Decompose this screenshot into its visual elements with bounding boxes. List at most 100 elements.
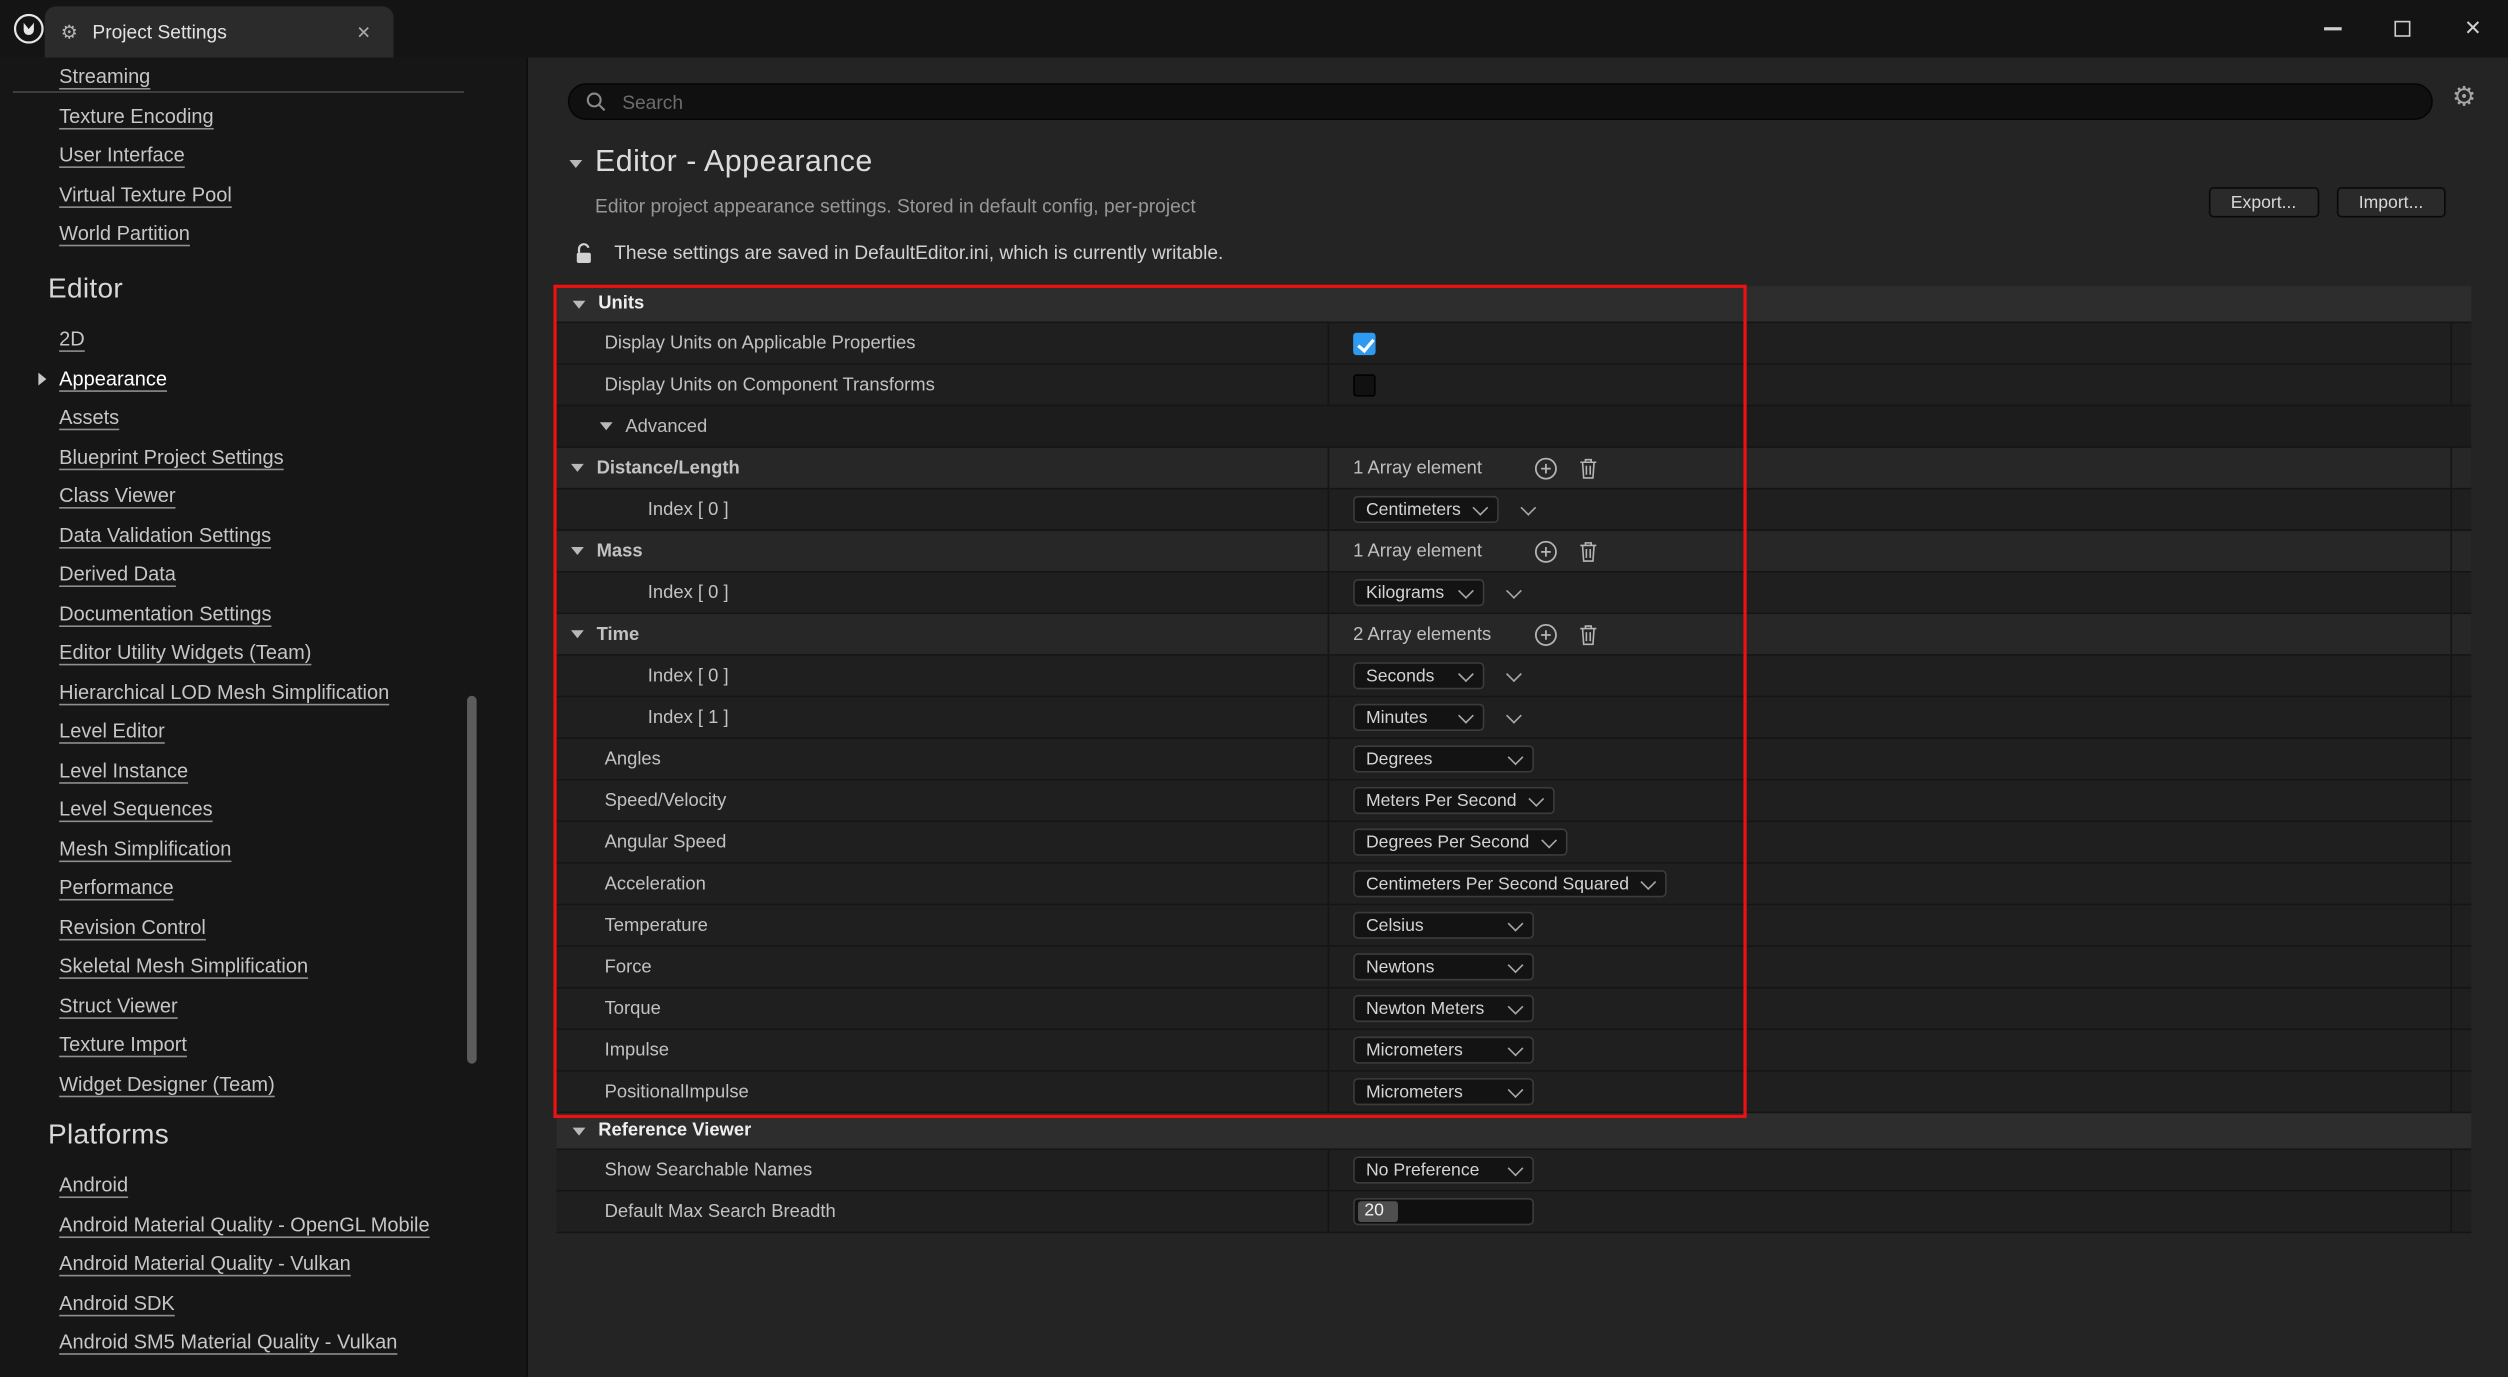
sidebar-item-virtual-texture-pool[interactable]: Virtual Texture Pool xyxy=(0,175,526,214)
row-angular-speed: Angular Speed Degrees Per Second xyxy=(557,822,2472,864)
collapse-arrow-icon xyxy=(573,1127,586,1135)
sidebar-item-streaming[interactable]: Streaming xyxy=(0,58,526,97)
sidebar-item-appearance[interactable]: Appearance xyxy=(0,359,526,398)
array-label: Distance/Length xyxy=(597,458,740,477)
collapse-arrow-icon xyxy=(571,464,584,472)
chevron-down-icon xyxy=(1458,708,1474,724)
section-header-reference-viewer[interactable]: Reference Viewer xyxy=(557,1113,2472,1150)
sidebar-item-blueprint-project-settings[interactable]: Blueprint Project Settings xyxy=(0,437,526,476)
row-distance-length[interactable]: Distance/Length 1 Array element xyxy=(557,448,2472,490)
search-bar[interactable] xyxy=(568,83,2433,120)
sidebar-item-assets[interactable]: Assets xyxy=(0,398,526,437)
sidebar-heading-editor: Editor xyxy=(48,272,123,306)
positional-impulse-dropdown[interactable]: Micrometers xyxy=(1353,1078,1534,1105)
sidebar-item-derived-data[interactable]: Derived Data xyxy=(0,555,526,594)
setting-label: Show Searchable Names xyxy=(605,1160,813,1179)
sidebar-item-performance[interactable]: Performance xyxy=(0,869,526,908)
add-mass-element-button[interactable] xyxy=(1534,539,1558,563)
row-mass[interactable]: Mass 1 Array element xyxy=(557,531,2472,573)
collapse-arrow-icon xyxy=(571,630,584,638)
sidebar-item-android-sdk[interactable]: Android SDK xyxy=(0,1284,526,1323)
row-advanced-expander[interactable]: Advanced xyxy=(557,406,2472,448)
row-display-units-transforms: Display Units on Component Transforms xyxy=(557,365,2472,407)
delete-mass-elements-button[interactable] xyxy=(1579,540,1598,562)
minimize-button[interactable] xyxy=(2297,0,2367,58)
element-options-dropdown[interactable] xyxy=(1508,713,1519,721)
sidebar-item-skeletal-mesh-simplification[interactable]: Skeletal Mesh Simplification xyxy=(0,947,526,986)
element-options-dropdown[interactable] xyxy=(1523,505,1534,513)
temperature-dropdown[interactable]: Celsius xyxy=(1353,912,1534,939)
sidebar-group-editor: 2D Appearance Assets Blueprint Project S… xyxy=(0,320,526,1104)
row-angles: Angles Degrees xyxy=(557,739,2472,781)
export-button[interactable]: Export... xyxy=(2208,187,2318,217)
sidebar-scrollbar[interactable] xyxy=(467,696,477,1064)
checkbox-display-units-transforms[interactable] xyxy=(1353,373,1375,395)
show-searchable-names-dropdown[interactable]: No Preference xyxy=(1353,1156,1534,1183)
element-options-dropdown[interactable] xyxy=(1508,672,1519,680)
unreal-engine-logo-icon xyxy=(13,13,45,45)
row-distance-length-index-0: Index [ 0 ] Centimeters xyxy=(557,489,2472,531)
row-positional-impulse: PositionalImpulse Micrometers xyxy=(557,1072,2472,1114)
sidebar-item-world-partition[interactable]: World Partition xyxy=(0,214,526,253)
sidebar-item-level-sequences[interactable]: Level Sequences xyxy=(0,790,526,829)
checkbox-display-units-applicable[interactable] xyxy=(1353,332,1375,354)
sidebar-item-struct-viewer[interactable]: Struct Viewer xyxy=(0,986,526,1025)
sidebar-item-texture-encoding[interactable]: Texture Encoding xyxy=(0,97,526,136)
sidebar-item-user-interface[interactable]: User Interface xyxy=(0,136,526,175)
add-distance-length-element-button[interactable] xyxy=(1534,456,1558,480)
sidebar-item-texture-import[interactable]: Texture Import xyxy=(0,1025,526,1064)
sidebar-item-revision-control[interactable]: Revision Control xyxy=(0,908,526,947)
element-options-dropdown[interactable] xyxy=(1508,589,1519,597)
maximize-button[interactable] xyxy=(2367,0,2437,58)
sidebar-item-2d[interactable]: 2D xyxy=(0,320,526,359)
acceleration-dropdown[interactable]: Centimeters Per Second Squared xyxy=(1353,870,1667,897)
angular-speed-dropdown[interactable]: Degrees Per Second xyxy=(1353,829,1568,856)
window-controls: ✕ xyxy=(2297,0,2508,58)
add-time-element-button[interactable] xyxy=(1534,622,1558,646)
mass-unit-dropdown[interactable]: Kilograms xyxy=(1353,579,1484,606)
sidebar-heading-platforms: Platforms xyxy=(48,1118,169,1152)
tab-close-icon[interactable]: ✕ xyxy=(350,18,378,45)
impulse-dropdown[interactable]: Micrometers xyxy=(1353,1036,1534,1063)
sidebar-item-class-viewer[interactable]: Class Viewer xyxy=(0,477,526,516)
tab-project-settings[interactable]: ⚙ Project Settings ✕ xyxy=(45,6,394,57)
sidebar-item-android[interactable]: Android xyxy=(0,1166,526,1205)
sidebar-item-documentation-settings[interactable]: Documentation Settings xyxy=(0,594,526,633)
speed-velocity-dropdown[interactable]: Meters Per Second xyxy=(1353,787,1555,814)
collapse-arrow-icon[interactable] xyxy=(569,159,582,167)
sidebar-item-android-material-quality-vulkan[interactable]: Android Material Quality - Vulkan xyxy=(0,1244,526,1283)
import-button[interactable]: Import... xyxy=(2336,187,2445,217)
search-input[interactable] xyxy=(619,89,2415,115)
sidebar-item-android-material-quality-opengl[interactable]: Android Material Quality - OpenGL Mobile xyxy=(0,1205,526,1244)
sidebar-item-android-sm5-material-quality[interactable]: Android SM5 Material Quality - Vulkan xyxy=(0,1323,526,1362)
sidebar-item-level-instance[interactable]: Level Instance xyxy=(0,751,526,790)
time-unit-dropdown-1[interactable]: Minutes xyxy=(1353,704,1484,731)
dropdown-value: Minutes xyxy=(1366,708,1428,727)
torque-dropdown[interactable]: Newton Meters xyxy=(1353,995,1534,1022)
dropdown-value: Seconds xyxy=(1366,666,1434,685)
chevron-down-icon xyxy=(1473,500,1489,516)
sidebar-item-editor-utility-widgets[interactable]: Editor Utility Widgets (Team) xyxy=(0,633,526,672)
delete-time-elements-button[interactable] xyxy=(1579,623,1598,645)
setting-label: Angular Speed xyxy=(605,833,727,852)
sidebar-item-widget-designer[interactable]: Widget Designer (Team) xyxy=(0,1064,526,1103)
close-button[interactable]: ✕ xyxy=(2438,0,2508,58)
section-label: Reference Viewer xyxy=(598,1121,751,1140)
chevron-down-icon xyxy=(1508,957,1524,973)
sidebar-item-level-editor[interactable]: Level Editor xyxy=(0,712,526,751)
angles-dropdown[interactable]: Degrees xyxy=(1353,745,1534,772)
numeric-value: 20 xyxy=(1358,1201,1398,1222)
delete-distance-length-elements-button[interactable] xyxy=(1579,457,1598,479)
sidebar-group-engine: Streaming Texture Encoding User Interfac… xyxy=(0,58,526,254)
force-dropdown[interactable]: Newtons xyxy=(1353,953,1534,980)
row-time[interactable]: Time 2 Array elements xyxy=(557,614,2472,656)
section-header-units[interactable]: Units xyxy=(557,286,2472,323)
sidebar-item-data-validation-settings[interactable]: Data Validation Settings xyxy=(0,516,526,555)
sidebar-item-hierarchical-lod-mesh-simplification[interactable]: Hierarchical LOD Mesh Simplification xyxy=(0,673,526,712)
title-bar: ⚙ Project Settings ✕ ✕ xyxy=(0,0,2508,58)
default-max-search-breadth-input[interactable]: 20 xyxy=(1353,1198,1534,1225)
sidebar-item-mesh-simplification[interactable]: Mesh Simplification xyxy=(0,829,526,868)
distance-length-unit-dropdown[interactable]: Centimeters xyxy=(1353,496,1499,523)
settings-gear-icon[interactable]: ⚙ xyxy=(2452,83,2476,110)
time-unit-dropdown-0[interactable]: Seconds xyxy=(1353,662,1484,689)
